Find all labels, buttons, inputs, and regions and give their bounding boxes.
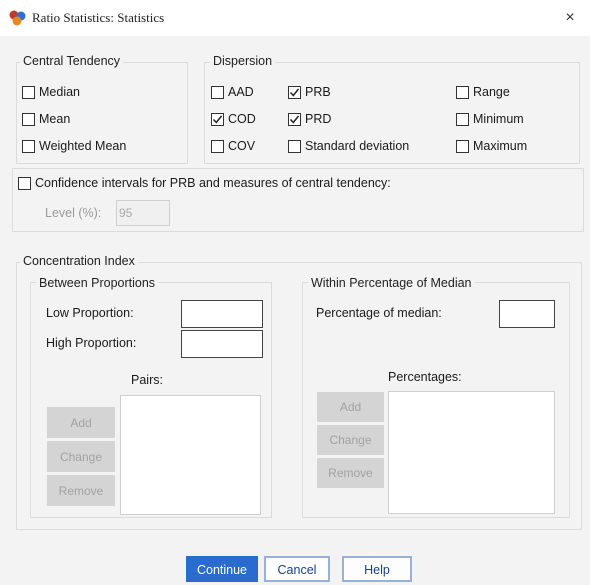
mean-label: Mean — [39, 112, 71, 126]
spss-app-icon — [9, 10, 26, 26]
minimum-checkbox[interactable]: Minimum — [456, 110, 524, 128]
minimum-label: Minimum — [473, 112, 524, 126]
mean-checkbox[interactable]: Mean — [22, 110, 70, 128]
range-checkbox[interactable]: Range — [456, 83, 510, 101]
cancel-button[interactable]: Cancel — [264, 556, 330, 582]
concentration-legend: Concentration Index — [20, 254, 138, 268]
pairs-add-button[interactable]: Add — [47, 407, 115, 438]
minimum-checkbox-box[interactable] — [456, 112, 469, 126]
percentages-remove-button[interactable]: Remove — [317, 458, 384, 488]
prd-checkbox[interactable]: PRD — [288, 110, 331, 128]
high-proportion-label: High Proportion: — [46, 336, 137, 350]
help-button[interactable]: Help — [342, 556, 412, 582]
confidence-label: Confidence intervals for PRB and measure… — [35, 176, 391, 190]
median-label: Median — [39, 85, 80, 99]
aad-label: AAD — [228, 85, 254, 99]
low-proportion-label: Low Proportion: — [46, 306, 134, 320]
percentage-of-median-label: Percentage of median: — [316, 306, 442, 320]
cov-label: COV — [228, 139, 256, 153]
level-label: Level (%): — [45, 206, 102, 220]
weighted-mean-checkbox[interactable]: Weighted Mean — [22, 137, 126, 155]
check-icon — [289, 88, 300, 97]
dispersion-legend: Dispersion — [210, 54, 276, 68]
central-tendency-legend: Central Tendency — [20, 54, 124, 68]
pairs-change-button[interactable]: Change — [47, 441, 115, 472]
cod-label: COD — [228, 112, 256, 126]
maximum-checkbox[interactable]: Maximum — [456, 137, 527, 155]
cov-checkbox-box[interactable] — [211, 139, 224, 153]
prd-checkbox-box[interactable] — [288, 112, 301, 126]
std-dev-label: Standard deviation — [305, 139, 410, 153]
pairs-remove-button[interactable]: Remove — [47, 475, 115, 506]
cod-checkbox[interactable]: COD — [211, 110, 256, 128]
window-title: Ratio Statistics: Statistics — [32, 10, 165, 25]
aad-checkbox-box[interactable] — [211, 85, 224, 99]
level-field[interactable]: 95 — [116, 200, 170, 226]
maximum-checkbox-box[interactable] — [456, 139, 469, 153]
weighted-mean-label: Weighted Mean — [39, 139, 127, 153]
cov-checkbox[interactable]: COV — [211, 137, 255, 155]
prb-label: PRB — [305, 85, 331, 99]
prb-checkbox[interactable]: PRB — [288, 83, 331, 101]
percentages-list[interactable] — [388, 391, 555, 514]
percentage-of-median-field[interactable] — [499, 300, 555, 328]
low-proportion-field[interactable] — [181, 300, 263, 328]
mean-checkbox-box[interactable] — [22, 112, 35, 126]
prb-checkbox-box[interactable] — [288, 85, 301, 99]
std-dev-checkbox-box[interactable] — [288, 139, 301, 153]
between-proportions-legend: Between Proportions — [36, 276, 159, 290]
title-bar: Ratio Statistics: Statistics × — [0, 0, 590, 36]
continue-button[interactable]: Continue — [186, 556, 258, 582]
range-label: Range — [473, 85, 510, 99]
cod-checkbox-box[interactable] — [211, 112, 224, 126]
range-checkbox-box[interactable] — [456, 85, 469, 99]
close-button[interactable]: × — [550, 0, 590, 36]
median-checkbox[interactable]: Median — [22, 83, 80, 101]
percentages-add-button[interactable]: Add — [317, 392, 384, 422]
percentages-change-button[interactable]: Change — [317, 425, 384, 455]
pairs-label: Pairs: — [131, 373, 163, 387]
prd-label: PRD — [305, 112, 332, 126]
median-checkbox-box[interactable] — [22, 85, 35, 99]
weighted-mean-checkbox-box[interactable] — [22, 139, 35, 153]
aad-checkbox[interactable]: AAD — [211, 83, 254, 101]
high-proportion-field[interactable] — [181, 330, 263, 358]
std-dev-checkbox[interactable]: Standard deviation — [288, 137, 409, 155]
confidence-checkbox[interactable]: Confidence intervals for PRB and measure… — [18, 174, 391, 192]
confidence-checkbox-box[interactable] — [18, 176, 31, 190]
pairs-list[interactable] — [120, 395, 261, 515]
check-icon — [289, 115, 300, 124]
percentages-label: Percentages: — [388, 370, 462, 384]
maximum-label: Maximum — [473, 139, 528, 153]
within-percentage-legend: Within Percentage of Median — [308, 276, 475, 290]
check-icon — [212, 115, 223, 124]
